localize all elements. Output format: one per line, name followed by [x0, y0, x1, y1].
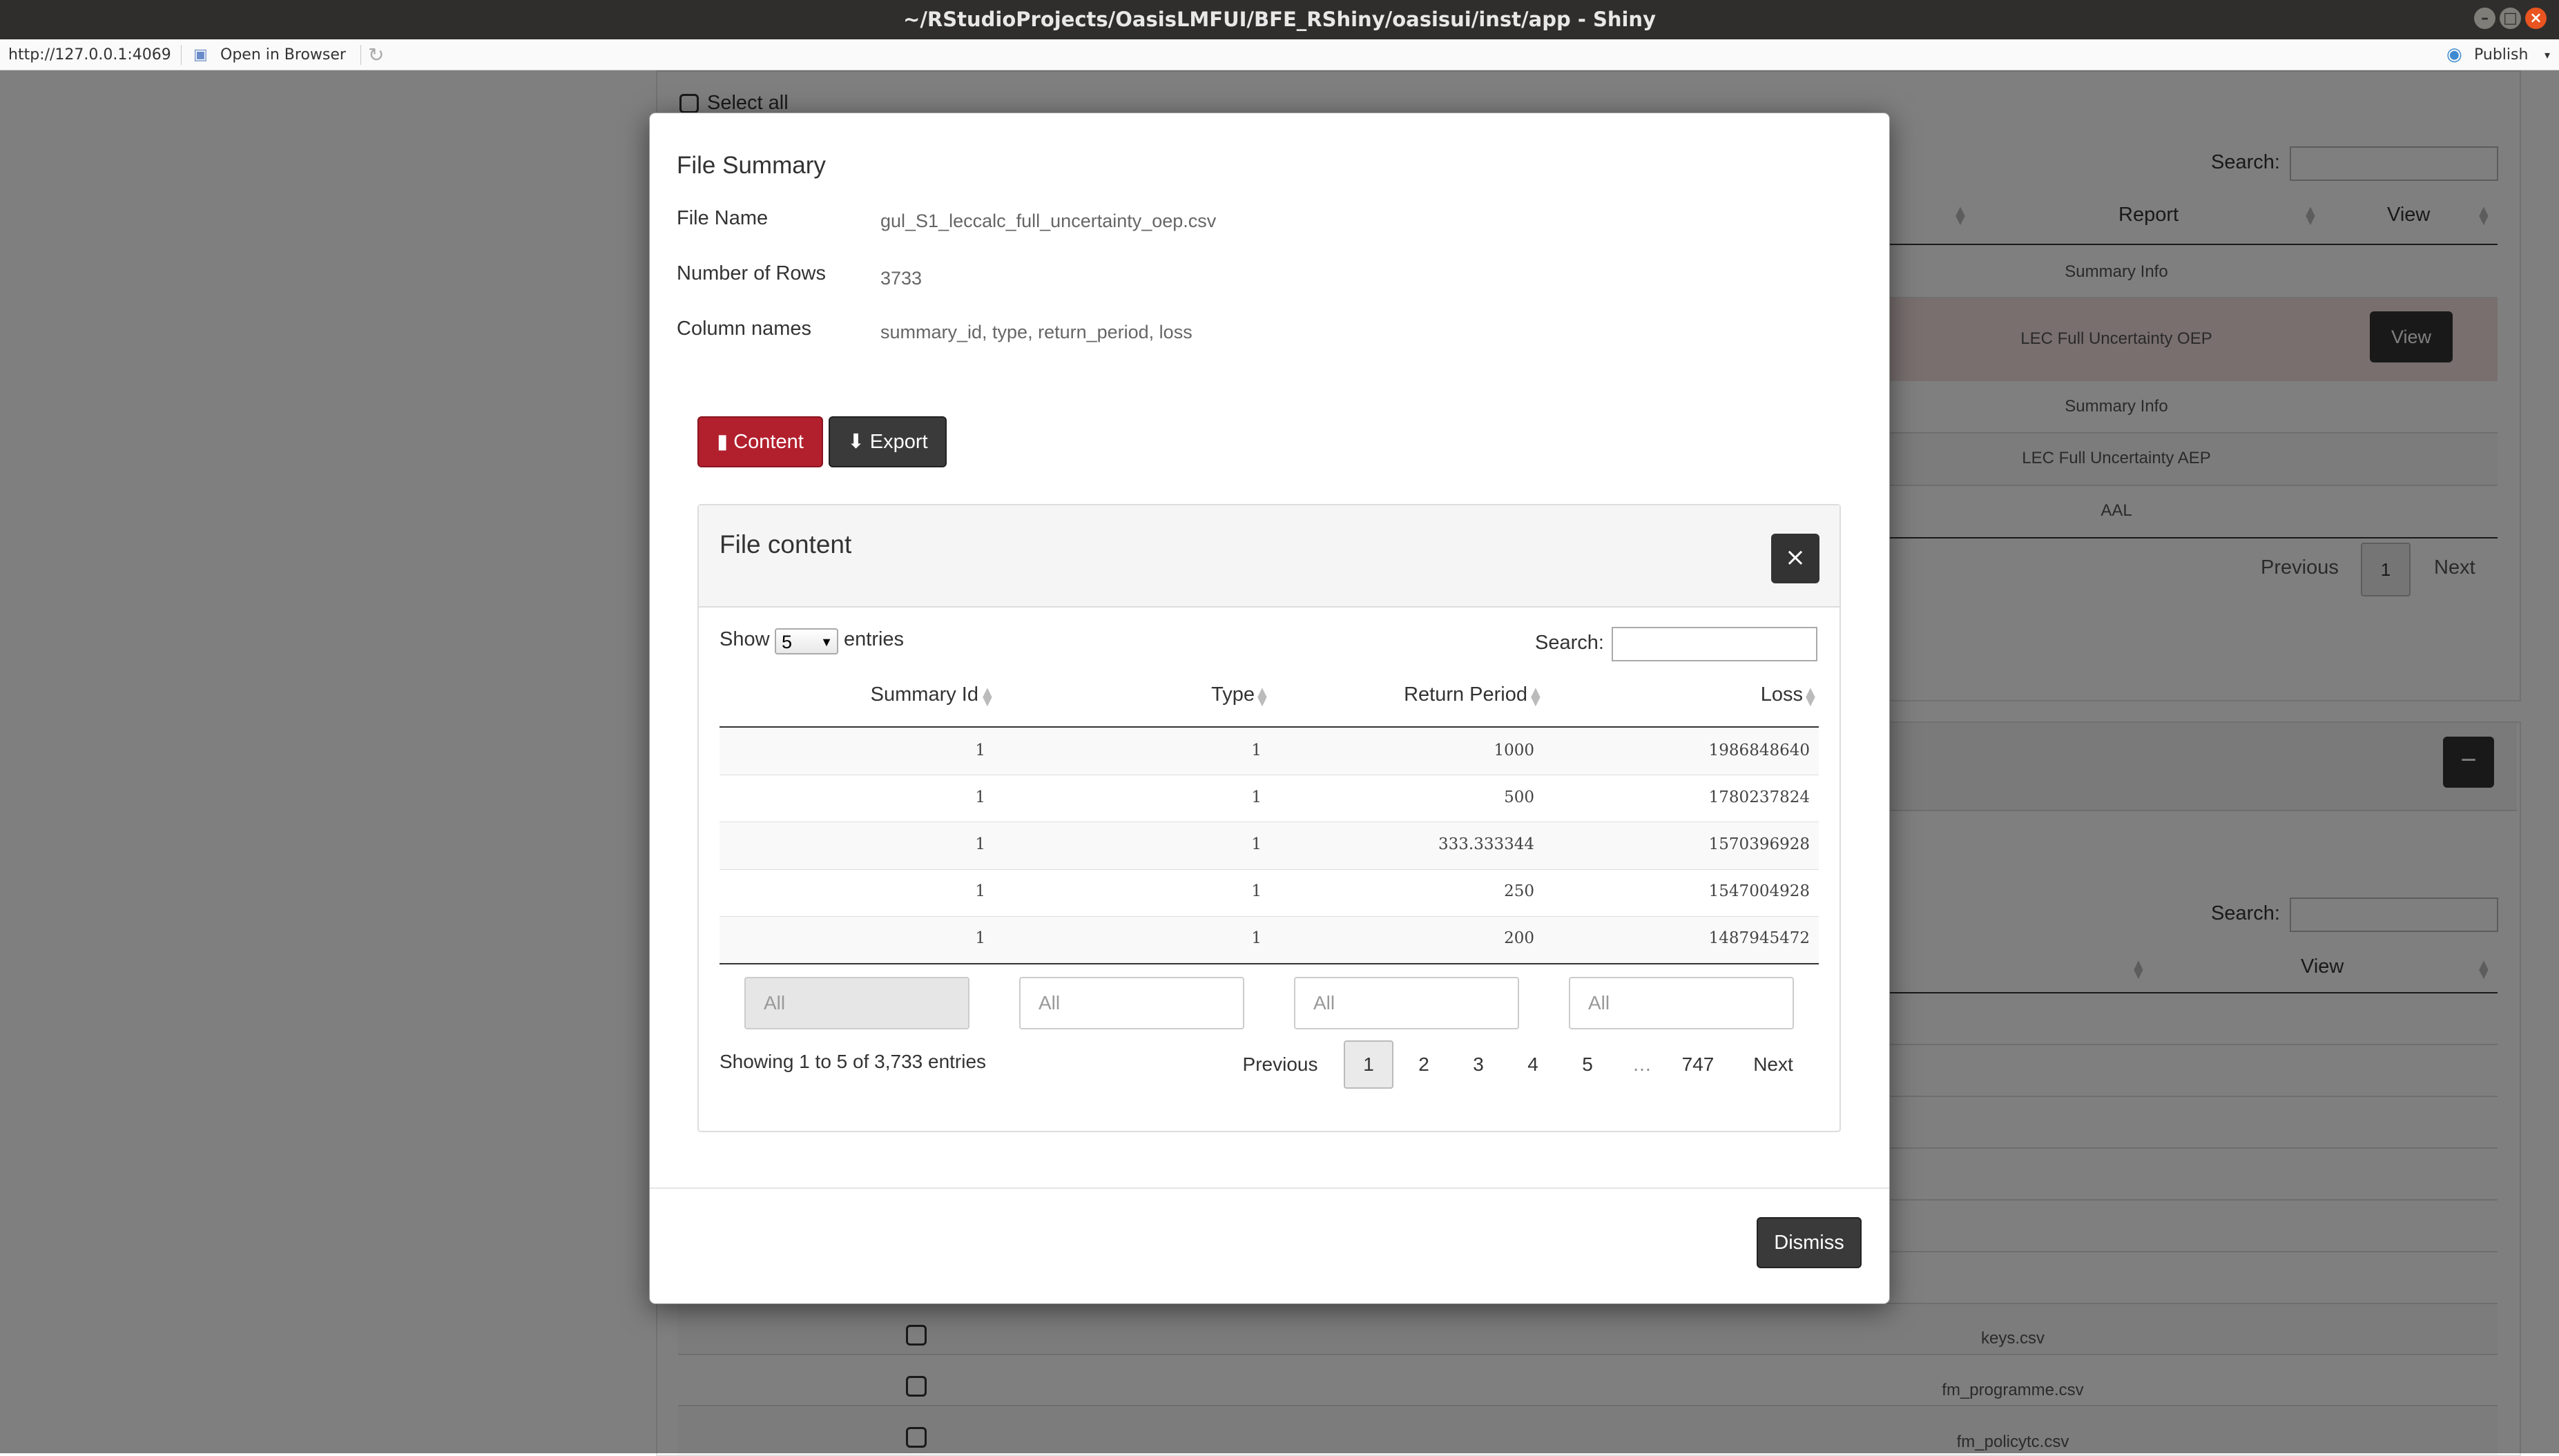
cell-summary-id: 1 [975, 788, 985, 806]
pagination-page-1[interactable]: 1 [1344, 1040, 1393, 1089]
cell-return-period: 200 [1504, 929, 1534, 947]
publish-button[interactable]: Publish [2474, 39, 2528, 70]
cell-type: 1 [1251, 788, 1262, 806]
file-content-title: File content [720, 530, 852, 559]
show-label: Show [720, 628, 770, 650]
column-header-loss[interactable]: Loss [1596, 683, 1803, 706]
modal-title: File Summary [677, 152, 826, 179]
refresh-icon[interactable]: ↻ [368, 39, 384, 70]
download-icon: ⬇ [847, 431, 865, 453]
toolbar-separator [360, 45, 361, 65]
pagination-ellipsis: … [1632, 1054, 1652, 1075]
modal-footer-divider [650, 1187, 1889, 1189]
cell-loss: 1487945472 [1708, 929, 1810, 947]
rows-label: Number of Rows [677, 262, 826, 284]
cell-return-period: 500 [1504, 788, 1534, 806]
column-header-type[interactable]: Type [1092, 683, 1255, 706]
pagination-page-5[interactable]: 5 [1567, 1040, 1608, 1089]
minimize-icon[interactable]: – [2474, 8, 2495, 29]
content-button[interactable]: ▮ Content [697, 416, 823, 467]
filter-return-period-input[interactable]: All [1294, 977, 1519, 1029]
cell-type: 1 [1251, 929, 1262, 947]
close-window-icon[interactable]: × [2525, 8, 2547, 29]
pagination-page-last[interactable]: 747 [1669, 1040, 1727, 1089]
chevron-down-icon[interactable]: ▾ [2544, 39, 2550, 70]
file-name-label: File Name [677, 207, 769, 229]
column-header-summary-id[interactable]: Summary Id [816, 683, 978, 706]
url-display: http://127.0.0.1:4069 [8, 46, 171, 64]
file-content-header [699, 505, 1839, 608]
chevron-down-icon: ▼ [820, 635, 833, 649]
table-bottom-rule [720, 963, 1819, 964]
search-input[interactable] [1612, 627, 1817, 661]
pagination-page-4[interactable]: 4 [1512, 1040, 1554, 1089]
cell-return-period: 250 [1504, 882, 1534, 900]
publish-icon: ◉ [2446, 44, 2462, 65]
cell-loss: 1986848640 [1708, 741, 1810, 759]
viewer-toolbar: http://127.0.0.1:4069 ▣ Open in Browser … [0, 39, 2559, 70]
close-icon[interactable]: × [1771, 534, 1819, 583]
cell-loss: 1570396928 [1708, 835, 1810, 853]
export-button-label: Export [869, 431, 928, 453]
entries-label: entries [844, 628, 905, 650]
cell-loss: 1780237824 [1708, 788, 1810, 806]
sort-icon[interactable]: ▲▼ [1806, 686, 1815, 708]
rows-value: 3733 [880, 268, 923, 289]
window-title: ~/RStudioProjects/OasisLMFUI/BFE_RShiny/… [903, 8, 1656, 31]
entries-select-value: 5 [782, 632, 793, 652]
sort-icon[interactable]: ▲▼ [983, 686, 992, 708]
cell-summary-id: 1 [975, 835, 985, 853]
cell-type: 1 [1251, 882, 1262, 900]
table-info: Showing 1 to 5 of 3,733 entries [720, 1051, 987, 1072]
cell-summary-id: 1 [975, 741, 985, 759]
cell-return-period: 1000 [1494, 741, 1534, 759]
entries-select[interactable]: 5 ▼ [775, 628, 838, 654]
open-in-browser-button[interactable]: Open in Browser [220, 39, 346, 70]
cell-loss: 1547004928 [1708, 882, 1810, 900]
sort-icon[interactable]: ▲▼ [1257, 686, 1267, 708]
filter-loss-input[interactable]: All [1569, 977, 1794, 1029]
content-button-label: Content [733, 431, 804, 453]
file-content-panel: File content × Show 5 ▼ entries Search: … [697, 504, 1841, 1132]
cell-summary-id: 1 [975, 929, 985, 947]
cell-type: 1 [1251, 835, 1262, 853]
sort-icon[interactable]: ▲▼ [1531, 686, 1541, 708]
file-name-value: gul_S1_leccalc_full_uncertainty_oep.csv [880, 211, 1217, 231]
toolbar-separator [181, 45, 182, 65]
columns-label: Column names [677, 318, 812, 340]
cell-summary-id: 1 [975, 882, 985, 900]
maximize-icon[interactable]: □ [2500, 8, 2521, 29]
pagination-page-2[interactable]: 2 [1403, 1040, 1445, 1089]
cell-return-period: 333.333344 [1438, 835, 1534, 853]
file-icon: ▮ [717, 431, 728, 453]
column-header-return-period[interactable]: Return Period [1320, 683, 1527, 706]
filter-summary-id-input[interactable]: All [744, 977, 969, 1029]
pagination-page-3[interactable]: 3 [1458, 1040, 1499, 1089]
columns-value: summary_id, type, return_period, loss [880, 322, 1192, 342]
open-in-browser-icon: ▣ [193, 46, 208, 64]
dismiss-button[interactable]: Dismiss [1757, 1217, 1862, 1268]
pagination-previous[interactable]: Previous [1237, 1040, 1323, 1089]
search-label: Search: [1535, 632, 1604, 654]
filter-type-input[interactable]: All [1019, 977, 1244, 1029]
export-button[interactable]: ⬇ Export [829, 416, 947, 467]
pagination-next[interactable]: Next [1741, 1040, 1805, 1089]
window-title-bar: ~/RStudioProjects/OasisLMFUI/BFE_RShiny/… [0, 0, 2559, 39]
cell-type: 1 [1251, 741, 1262, 759]
